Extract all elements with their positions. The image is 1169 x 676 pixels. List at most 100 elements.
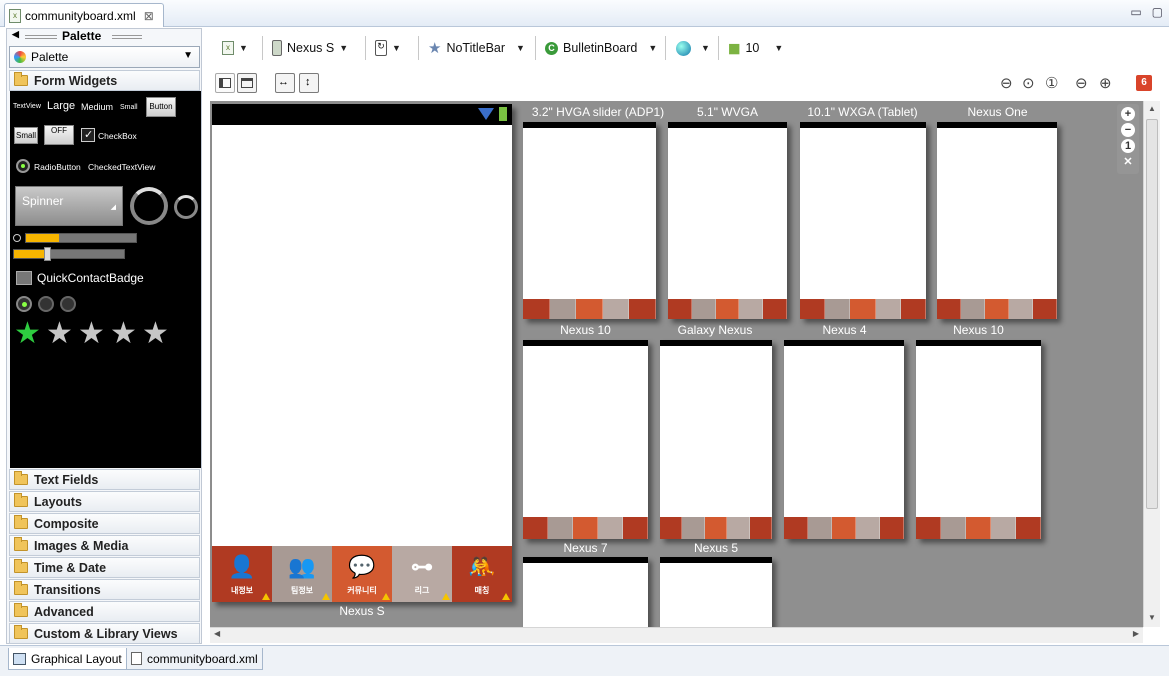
zoom-real-size-icon[interactable]: ⊙ <box>1022 74 1035 92</box>
scroll-left-icon[interactable]: ◀ <box>214 629 220 638</box>
preview-title: Nexus One <box>967 105 1028 119</box>
zoom-out-icon[interactable]: ⊖ <box>1075 74 1088 92</box>
api-level-dropdown[interactable]: ◼ 10 ▼ <box>728 38 783 58</box>
category-form-widgets[interactable]: Form Widgets <box>9 70 200 91</box>
toggle-dot-off-icon[interactable] <box>38 296 54 312</box>
tab-xml-source[interactable]: communityboard.xml <box>126 648 263 670</box>
folder-icon <box>14 581 28 595</box>
main-device-preview[interactable]: 👤 내정보 👥 팀정보 💬 커뮤니티 ⊶ 리그 🤼 매칭 <box>212 104 512 602</box>
versus-icon: 🤼 <box>468 554 496 579</box>
close-tab-icon[interactable]: ⊠ <box>144 9 154 23</box>
zoom-100-icon[interactable]: 1 <box>1121 139 1135 153</box>
widget-large-text[interactable]: Large <box>47 100 75 112</box>
maximize-icon[interactable]: ▢ <box>1152 5 1163 19</box>
nav-matching[interactable]: 🤼 매칭 <box>452 546 512 602</box>
nav-my-info[interactable]: 👤 내정보 <box>212 546 272 602</box>
layout-config-dropdown[interactable]: x ▼ <box>222 38 248 58</box>
close-previews-icon[interactable]: ✕ <box>1121 155 1135 169</box>
category-custom-library-views[interactable]: Custom & Library Views <box>9 623 200 644</box>
widget-small-button[interactable]: Small <box>14 127 38 144</box>
device-preview[interactable] <box>660 340 773 539</box>
minimize-icon[interactable]: ▭ <box>1130 5 1141 19</box>
nav-league[interactable]: ⊶ 리그 <box>392 546 452 602</box>
category-composite[interactable]: Composite <box>9 513 200 534</box>
checkbox-icon[interactable]: ✓ <box>81 128 95 142</box>
device-preview[interactable] <box>800 122 927 319</box>
device-preview[interactable] <box>668 122 787 319</box>
error-count-badge[interactable]: 6 <box>1136 75 1152 91</box>
device-dropdown[interactable]: Nexus S ▼ <box>272 38 348 58</box>
team-icon: 👥 <box>288 554 316 579</box>
fit-height-icon[interactable]: ↕ <box>299 73 319 93</box>
palette-mode-dropdown[interactable]: Palette ▼ <box>9 46 200 68</box>
device-preview[interactable] <box>784 340 904 539</box>
device-preview[interactable] <box>523 557 648 627</box>
progress-dot-icon <box>13 234 21 242</box>
category-layouts[interactable]: Layouts <box>9 491 200 512</box>
widget-medium-text[interactable]: Medium <box>81 102 113 112</box>
widget-button[interactable]: Button <box>146 97 176 117</box>
scroll-down-icon[interactable]: ▼ <box>1148 613 1156 622</box>
bracket-icon: ⊶ <box>411 554 433 579</box>
theme-label: NoTitleBar <box>446 41 506 55</box>
status-bar <box>212 104 512 125</box>
scroll-right-icon[interactable]: ▶ <box>1133 629 1139 638</box>
seek-bar[interactable] <box>13 247 125 261</box>
toggle-dot-off-icon[interactable] <box>60 296 76 312</box>
palette-header: ◀ Palette <box>7 29 201 45</box>
zoom-fit-icon[interactable]: ⊖ <box>1000 74 1013 92</box>
zoom-in-icon[interactable]: ⊕ <box>1099 74 1112 92</box>
zoom-out-icon[interactable]: − <box>1121 123 1135 137</box>
zoom-100-icon[interactable]: ① <box>1045 74 1058 92</box>
tab-graphical-layout[interactable]: Graphical Layout <box>8 648 127 670</box>
zoom-in-icon[interactable]: + <box>1121 107 1135 121</box>
device-preview[interactable] <box>937 122 1057 319</box>
nav-team-info[interactable]: 👥 팀정보 <box>272 546 332 602</box>
preview-label: Nexus 7 <box>563 541 608 555</box>
rating-bar[interactable]: ★ ★ ★ ★ ★ <box>14 319 194 353</box>
device-preview[interactable] <box>916 340 1041 539</box>
scroll-up-icon[interactable]: ▲ <box>1148 104 1156 113</box>
toggle-outline-icon[interactable] <box>215 73 235 93</box>
editor-tab-communityboard[interactable]: x communityboard.xml ⊠ <box>4 3 164 27</box>
vertical-scrollbar[interactable]: ▲ ▼ <box>1143 101 1160 627</box>
category-label: Form Widgets <box>34 73 118 88</box>
widget-checked-textview[interactable]: CheckedTextView <box>88 162 155 172</box>
collapse-left-icon[interactable]: ◀ <box>12 29 19 40</box>
toggle-dot-on-icon[interactable] <box>16 296 32 312</box>
contact-badge-icon <box>16 271 32 285</box>
nav-community[interactable]: 💬 커뮤니티 <box>332 546 392 602</box>
widget-quick-contact-badge[interactable]: QuickContactBadge <box>37 271 144 285</box>
folder-icon <box>14 603 28 617</box>
form-widgets-preview: TextView Large Medium Small Button Small… <box>10 91 201 468</box>
device-preview[interactable] <box>523 340 648 539</box>
layout-canvas[interactable]: 👤 내정보 👥 팀정보 💬 커뮤니티 ⊶ 리그 🤼 매칭 Nexus S 3.2" HVG… <box>210 101 1160 627</box>
toggle-layout-icon[interactable] <box>237 73 257 93</box>
widget-spinner[interactable]: Spinner ◢ <box>15 186 123 226</box>
activity-dropdown[interactable]: C BulletinBoard ▼ <box>545 38 657 58</box>
radio-button-icon[interactable] <box>16 159 30 173</box>
widget-small-text[interactable]: Small <box>120 104 138 111</box>
chevron-down-icon: ▼ <box>183 50 193 61</box>
horizontal-scrollbar[interactable]: ◀ ▶ <box>210 627 1143 643</box>
category-advanced[interactable]: Advanced <box>9 601 200 622</box>
main-device-label: Nexus S <box>339 604 385 618</box>
theme-dropdown[interactable]: ★ NoTitleBar ▼ <box>428 38 525 58</box>
device-preview[interactable] <box>523 122 656 319</box>
locale-dropdown[interactable]: ▼ <box>676 38 710 58</box>
category-images-media[interactable]: Images & Media <box>9 535 200 556</box>
scroll-thumb[interactable] <box>1146 119 1158 509</box>
graphical-layout-icon <box>13 652 26 665</box>
orientation-dropdown[interactable]: ↻ ▼ <box>375 38 401 58</box>
category-text-fields[interactable]: Text Fields <box>9 469 200 490</box>
category-transitions[interactable]: Transitions <box>9 579 200 600</box>
editor-bottom-tabs: Graphical Layout communityboard.xml <box>0 645 1169 676</box>
rotate-icon: ↻ <box>375 40 387 56</box>
fit-width-icon[interactable]: ↔ <box>275 73 295 93</box>
progress-spinner-small-icon <box>174 195 198 219</box>
widget-toggle-button[interactable]: OFF <box>44 125 74 145</box>
widget-textview[interactable]: TextView <box>13 103 41 110</box>
category-time-date[interactable]: Time & Date <box>9 557 200 578</box>
device-preview[interactable] <box>660 557 772 627</box>
activity-icon: C <box>545 41 558 55</box>
